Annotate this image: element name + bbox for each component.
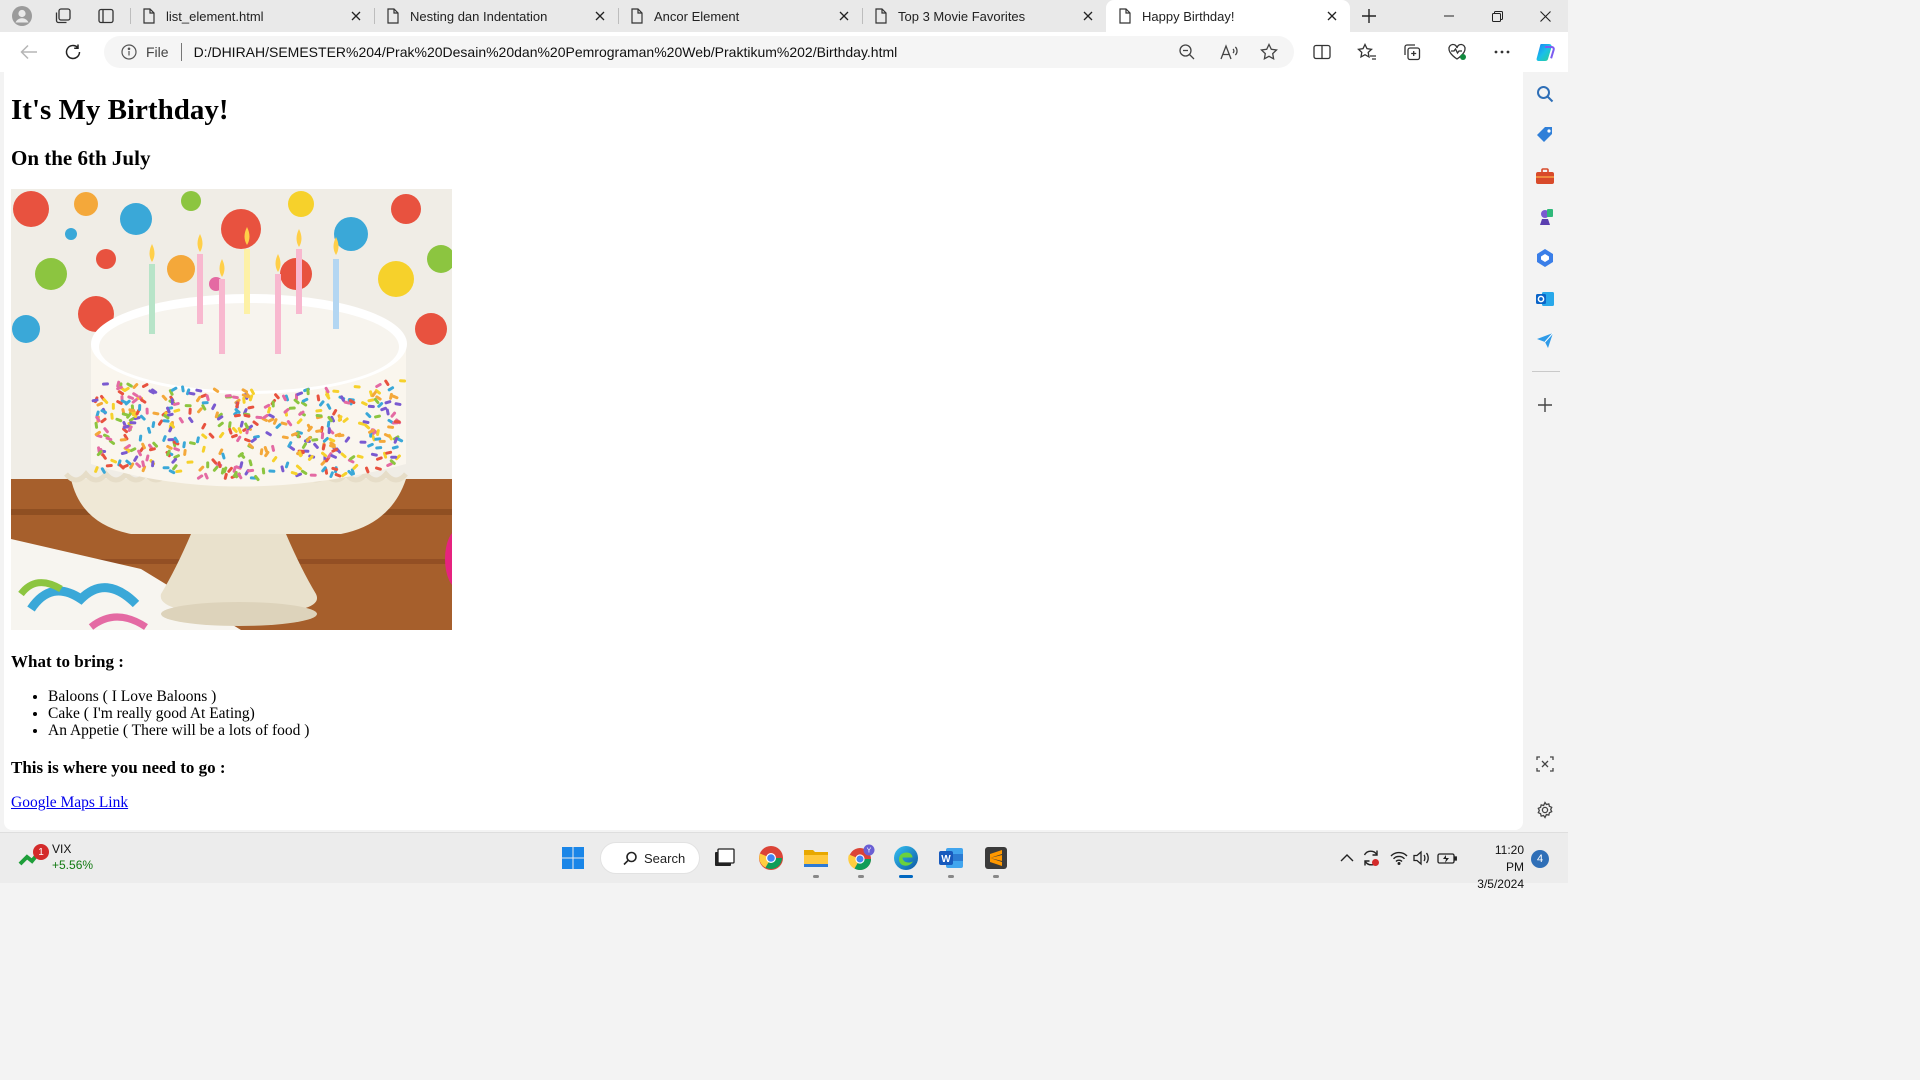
taskbar-search[interactable]: Search [600,842,700,874]
browser-essentials-icon[interactable] [1442,38,1472,66]
close-icon[interactable] [1320,4,1344,28]
svg-text:Y: Y [867,848,872,855]
more-options-icon[interactable] [1487,38,1517,66]
page-icon [387,8,399,24]
close-icon[interactable] [832,4,856,28]
tab-label: Ancor Element [654,8,740,24]
widget-name: VIX [52,842,72,856]
screenshot-icon[interactable] [1533,752,1557,776]
notification-badge[interactable]: 4 [1531,850,1549,868]
chrome-icon[interactable] [754,841,788,875]
file-explorer-icon[interactable] [799,841,833,878]
birthday-date: On the 6th July [11,146,151,170]
bring-heading: What to bring : [11,652,124,671]
copilot-icon[interactable] [1531,38,1561,66]
tab-happy-birthday[interactable]: Happy Birthday! [1106,0,1350,32]
edge-sidebar [1523,72,1568,830]
tab-actions-icon[interactable] [93,4,119,28]
microsoft-365-icon[interactable] [1533,246,1557,270]
profile-icon[interactable] [9,4,35,28]
chrome-profile-icon[interactable]: Y [844,841,878,878]
tab-nesting-indentation[interactable]: Nesting dan Indentation [374,0,618,32]
read-aloud-icon[interactable] [1216,40,1242,64]
minimize-button[interactable] [1426,0,1472,32]
tab-label: list_element.html [166,8,264,24]
restore-button[interactable] [1474,0,1520,32]
tab-label: Top 3 Movie Favorites [898,8,1026,24]
google-maps-link[interactable]: Google Maps Link [11,794,128,812]
favorites-icon[interactable] [1352,38,1382,66]
tab-list-element[interactable]: list_element.html [130,0,374,32]
tab-label: Nesting dan Indentation [410,8,548,24]
task-view-icon[interactable] [707,841,741,875]
zoom-out-icon[interactable] [1174,40,1200,64]
clock-date: 3/5/2024 [1477,877,1524,891]
stock-chart-icon: 1 [18,844,49,868]
favorite-star-icon[interactable] [1256,40,1282,64]
back-button[interactable] [14,38,44,66]
tools-briefcase-icon[interactable] [1533,164,1557,188]
add-icon[interactable] [1533,393,1557,417]
list-item: Cake ( I'm really good At Eating) [48,705,309,722]
page-icon [631,8,643,24]
games-icon[interactable] [1533,205,1557,229]
birthday-cake-image [11,189,452,630]
taskbar: 1 VIX +5.56% Search Y W 11:20 PM 3/5/202… [0,832,1568,891]
word-icon[interactable]: W [934,841,968,878]
collections-icon[interactable] [1397,38,1427,66]
search-icon [623,851,638,866]
shopping-tag-icon[interactable] [1533,123,1557,147]
new-tab-button[interactable] [1356,4,1382,28]
page-icon [875,8,887,24]
sublime-text-icon[interactable] [979,841,1013,878]
tab-strip: list_element.html Nesting dan Indentatio… [0,0,1568,32]
workspaces-icon[interactable] [50,4,76,28]
navigation-toolbar: File D:/DHIRAH/SEMESTER%204/Prak%20Desai… [0,32,1568,72]
start-button[interactable] [556,841,590,875]
info-icon[interactable] [120,43,138,61]
url-text[interactable]: D:/DHIRAH/SEMESTER%204/Prak%20Desain%20d… [194,44,898,60]
tab-ancor-element[interactable]: Ancor Element [618,0,862,32]
system-clock[interactable]: 11:20 PM 3/5/2024 [1474,842,1524,893]
location-heading: This is where you need to go : [11,758,226,777]
widget-badge: 1 [33,844,49,860]
scheme-label: File [146,44,169,60]
close-icon[interactable] [344,4,368,28]
address-bar[interactable]: File D:/DHIRAH/SEMESTER%204/Prak%20Desai… [104,36,1294,68]
chevron-up-icon[interactable] [1336,847,1358,869]
outlook-icon[interactable] [1533,287,1557,311]
volume-icon[interactable] [1411,847,1433,869]
widget-change: +5.56% [52,858,94,872]
wifi-icon[interactable] [1388,847,1410,869]
edge-icon[interactable] [889,841,923,878]
close-icon[interactable] [588,4,612,28]
battery-icon[interactable] [1436,847,1458,869]
refresh-button[interactable] [58,38,88,66]
split-screen-icon[interactable] [1307,38,1337,66]
tab-top-3-movie[interactable]: Top 3 Movie Favorites [862,0,1106,32]
send-icon[interactable] [1533,328,1557,352]
sync-icon[interactable] [1360,847,1382,869]
settings-gear-icon[interactable] [1533,798,1557,822]
page-icon [1119,8,1131,24]
page-title: It's My Birthday! [11,94,229,126]
clock-time: 11:20 PM [1494,843,1524,874]
search-icon[interactable] [1533,82,1557,106]
close-icon[interactable] [1076,4,1100,28]
list-item: Baloons ( I Love Baloons ) [48,688,309,705]
close-window-button[interactable] [1522,0,1568,32]
page-viewport: It's My Birthday! On the 6th July What t… [4,72,1523,830]
bring-list: Baloons ( I Love Baloons ) Cake ( I'm re… [11,688,309,739]
search-label: Search [644,850,686,866]
page-icon [143,8,155,24]
vix-widget[interactable]: 1 VIX +5.56% [18,841,93,873]
list-item: An Appetie ( There will be a lots of foo… [48,722,309,739]
tab-label: Happy Birthday! [1142,8,1235,24]
svg-text:W: W [941,854,951,865]
